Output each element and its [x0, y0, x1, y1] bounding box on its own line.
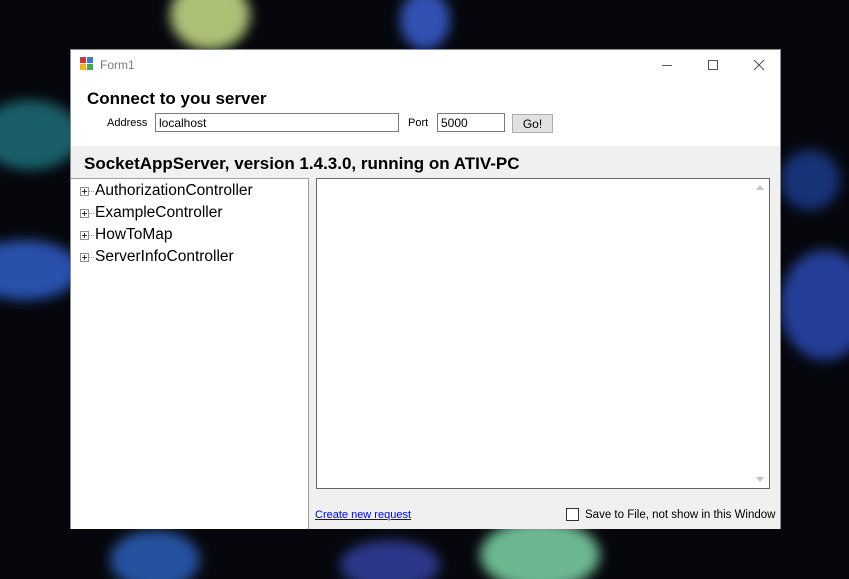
- wallpaper-blob: [780, 250, 849, 360]
- go-button[interactable]: Go!: [512, 114, 553, 133]
- tree-item-label: ExampleController: [95, 204, 223, 221]
- tree-item-example-controller[interactable]: ExampleController: [80, 203, 223, 223]
- window-title: Form1: [100, 58, 135, 72]
- minimize-button[interactable]: [644, 50, 690, 80]
- wallpaper-blob: [110, 530, 200, 579]
- close-icon: [753, 59, 765, 71]
- close-button[interactable]: [736, 50, 782, 80]
- tree-item-server-info-controller[interactable]: ServerInfoController: [80, 247, 234, 267]
- server-status-text: SocketAppServer, version 1.4.3.0, runnin…: [84, 154, 520, 173]
- server-panel: SocketAppServer, version 1.4.3.0, runnin…: [71, 146, 780, 529]
- wallpaper-blob: [780, 150, 840, 210]
- maximize-button[interactable]: [690, 50, 736, 80]
- tree-item-label: AuthorizationController: [95, 182, 253, 199]
- connect-heading: Connect to you server: [87, 89, 267, 108]
- save-to-file-checkbox-row[interactable]: Save to File, not show in this Window: [566, 508, 775, 521]
- expand-icon[interactable]: [80, 208, 89, 218]
- maximize-icon: [708, 60, 718, 70]
- tree-item-authorization-controller[interactable]: AuthorizationController: [80, 181, 253, 201]
- scroll-down-icon[interactable]: [756, 477, 764, 482]
- save-to-file-label: Save to File, not show in this Window: [585, 508, 776, 521]
- tree-item-label: HowToMap: [95, 226, 173, 243]
- app-form-icon: [80, 57, 93, 70]
- expand-icon[interactable]: [80, 186, 89, 196]
- vertical-scrollbar[interactable]: [752, 179, 769, 488]
- expand-icon[interactable]: [80, 230, 89, 240]
- expand-icon[interactable]: [80, 252, 89, 262]
- address-input[interactable]: [155, 113, 399, 132]
- tree-item-how-to-map[interactable]: HowToMap: [80, 225, 173, 245]
- wallpaper-blob: [400, 0, 450, 50]
- wallpaper-blob: [0, 240, 80, 300]
- address-label: Address: [107, 117, 148, 129]
- controller-tree[interactable]: AuthorizationController ExampleControlle…: [71, 178, 309, 529]
- title-bar[interactable]: Form1: [71, 50, 780, 80]
- wallpaper-blob: [340, 540, 440, 579]
- port-label: Port: [408, 117, 429, 129]
- wallpaper-blob: [170, 0, 250, 50]
- create-new-request-link[interactable]: Create new request: [315, 509, 411, 521]
- wallpaper-blob: [0, 100, 80, 170]
- tree-item-label: ServerInfoController: [95, 248, 234, 265]
- form1-window: Form1 Connect to you server Address Port…: [70, 49, 781, 529]
- scroll-up-icon[interactable]: [756, 185, 764, 190]
- port-input[interactable]: [437, 113, 505, 132]
- save-to-file-checkbox[interactable]: [566, 508, 579, 521]
- connect-panel: Connect to you server Address Port Go!: [71, 80, 780, 146]
- minimize-icon: [662, 65, 672, 66]
- output-textbox[interactable]: [316, 178, 770, 489]
